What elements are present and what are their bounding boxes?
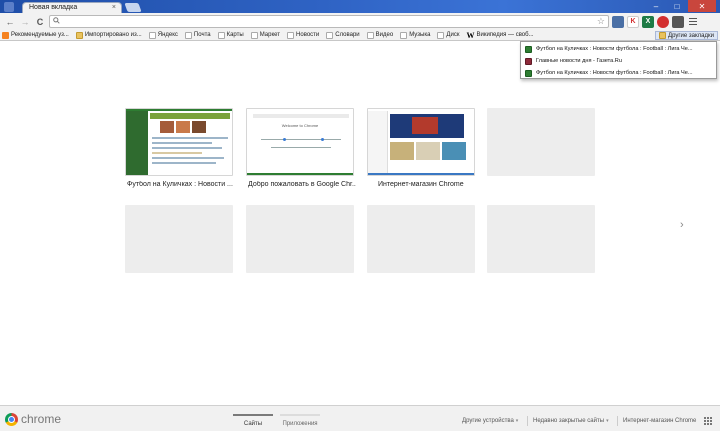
empty-tile [246,205,354,273]
page-icon [217,31,225,39]
title-bar: Новая вкладка × – □ ✕ [0,0,720,13]
page-icon [287,31,295,39]
empty-tile [367,205,475,273]
bookmark-disk[interactable]: Диск [437,31,459,39]
page-icon [400,31,408,39]
translate-extension-icon[interactable] [612,15,624,28]
new-tab-button[interactable] [124,3,142,12]
menu-icon[interactable] [687,16,699,28]
most-visited-tile[interactable] [125,108,233,176]
tab-apps[interactable]: Приложения [280,410,320,430]
forward-button[interactable]: → [19,16,31,28]
bookmarks-bar: Рекомендуемые уз... Импортировано из... … [0,30,720,41]
bookmark-video[interactable]: Видео [366,31,393,39]
bookmark-market[interactable]: Маркет [250,31,280,39]
bookmark-yandex[interactable]: Яндекс [148,31,178,39]
chrome-wordmark: chrome [21,412,62,426]
footer: chrome Сайты Приложения Другие устройств… [0,405,720,431]
next-page-arrow-icon[interactable]: › [680,219,684,231]
bookmark-imported[interactable]: Импортировано из... [75,31,142,39]
football-site-icon [525,69,532,77]
apps-grid-icon[interactable] [704,417,712,425]
bookmark-news[interactable]: Новости [287,31,319,39]
page-icon [250,31,258,39]
bookmark-music[interactable]: Музыка [400,31,430,39]
football-site-icon [525,45,532,53]
kaspersky-extension-icon[interactable]: K [627,15,639,28]
web-store-link[interactable]: Интернет-магазин Chrome [623,418,696,424]
toolbar: ← → C ☆ K X [0,13,720,30]
divider [617,416,618,426]
search-icon [53,17,60,26]
page-icon [437,31,445,39]
tile-title: Интернет-магазин Chrome [378,181,464,188]
chrome-logo-icon [5,413,18,426]
menu-item-bookmark[interactable]: Главные новости дня - Газета.Ru [521,55,716,67]
page-icon [184,31,192,39]
tab-close-icon[interactable]: × [112,4,116,11]
window-controls: – □ ✕ [646,0,716,12]
bookmark-wikipedia[interactable]: W Википедия — своб... [466,31,533,40]
wikipedia-icon: W [466,30,475,40]
tile-title: Футбол на Куличках : Новости ... [127,181,233,188]
folder-icon [75,31,83,39]
profile-icon[interactable] [4,2,14,12]
bookmark-dictionaries[interactable]: Словари [326,31,360,39]
other-devices-menu[interactable]: Другие устройства ▾ [462,418,518,424]
recently-closed-menu[interactable]: Недавно закрытые сайты ▾ [533,418,609,424]
tab-sites[interactable]: Сайты [233,410,273,430]
rss-extension-icon[interactable] [672,15,684,28]
menu-item-bookmark[interactable]: Футбол на Куличках : Новости футбола : F… [521,43,716,55]
page-icon [148,31,156,39]
empty-tile [125,205,233,273]
tab-label: Новая вкладка [29,4,78,11]
menu-item-bookmark[interactable]: Футбол на Куличках : Новости футбола : F… [521,67,716,79]
opera-extension-icon[interactable] [657,15,669,28]
recommended-icon [2,31,9,39]
chevron-down-icon: ▾ [515,418,519,424]
tile-title: Добро пожаловать в Google Chr... [248,181,356,188]
bookmark-mail[interactable]: Почта [184,31,211,39]
welcome-title: Welcome to Chrome [281,123,319,128]
maximize-button[interactable]: □ [667,0,687,12]
address-input[interactable] [64,17,584,27]
most-visited-tile[interactable] [367,108,475,176]
chevron-down-icon: ▾ [606,418,609,424]
browser-window: Новая вкладка × – □ ✕ ← → C ☆ K X Рекоме… [0,0,720,431]
bookmark-recommended[interactable]: Рекомендуемые уз... [2,31,69,39]
back-button[interactable]: ← [4,16,16,28]
bookmark-star-icon[interactable]: ☆ [597,16,605,27]
bookmark-maps[interactable]: Карты [217,31,244,39]
other-bookmarks-button[interactable]: Другие закладки [655,31,718,40]
close-window-button[interactable]: ✕ [688,0,716,12]
most-visited-tile[interactable]: Welcome to Chrome [246,108,354,176]
reload-button[interactable]: C [34,16,46,28]
folder-icon [659,32,667,39]
page-icon [366,31,374,39]
omnibox[interactable]: ☆ [49,15,609,28]
empty-tile [487,108,595,176]
page-icon [326,31,334,39]
tab-new-tab[interactable]: Новая вкладка × [22,2,122,13]
empty-tile [487,205,595,273]
minimize-button[interactable]: – [646,0,666,12]
other-bookmarks-menu: Футбол на Куличках : Новости футбола : F… [520,41,717,79]
gazeta-site-icon [525,57,532,65]
excel-extension-icon[interactable]: X [642,15,654,28]
divider [527,416,528,426]
